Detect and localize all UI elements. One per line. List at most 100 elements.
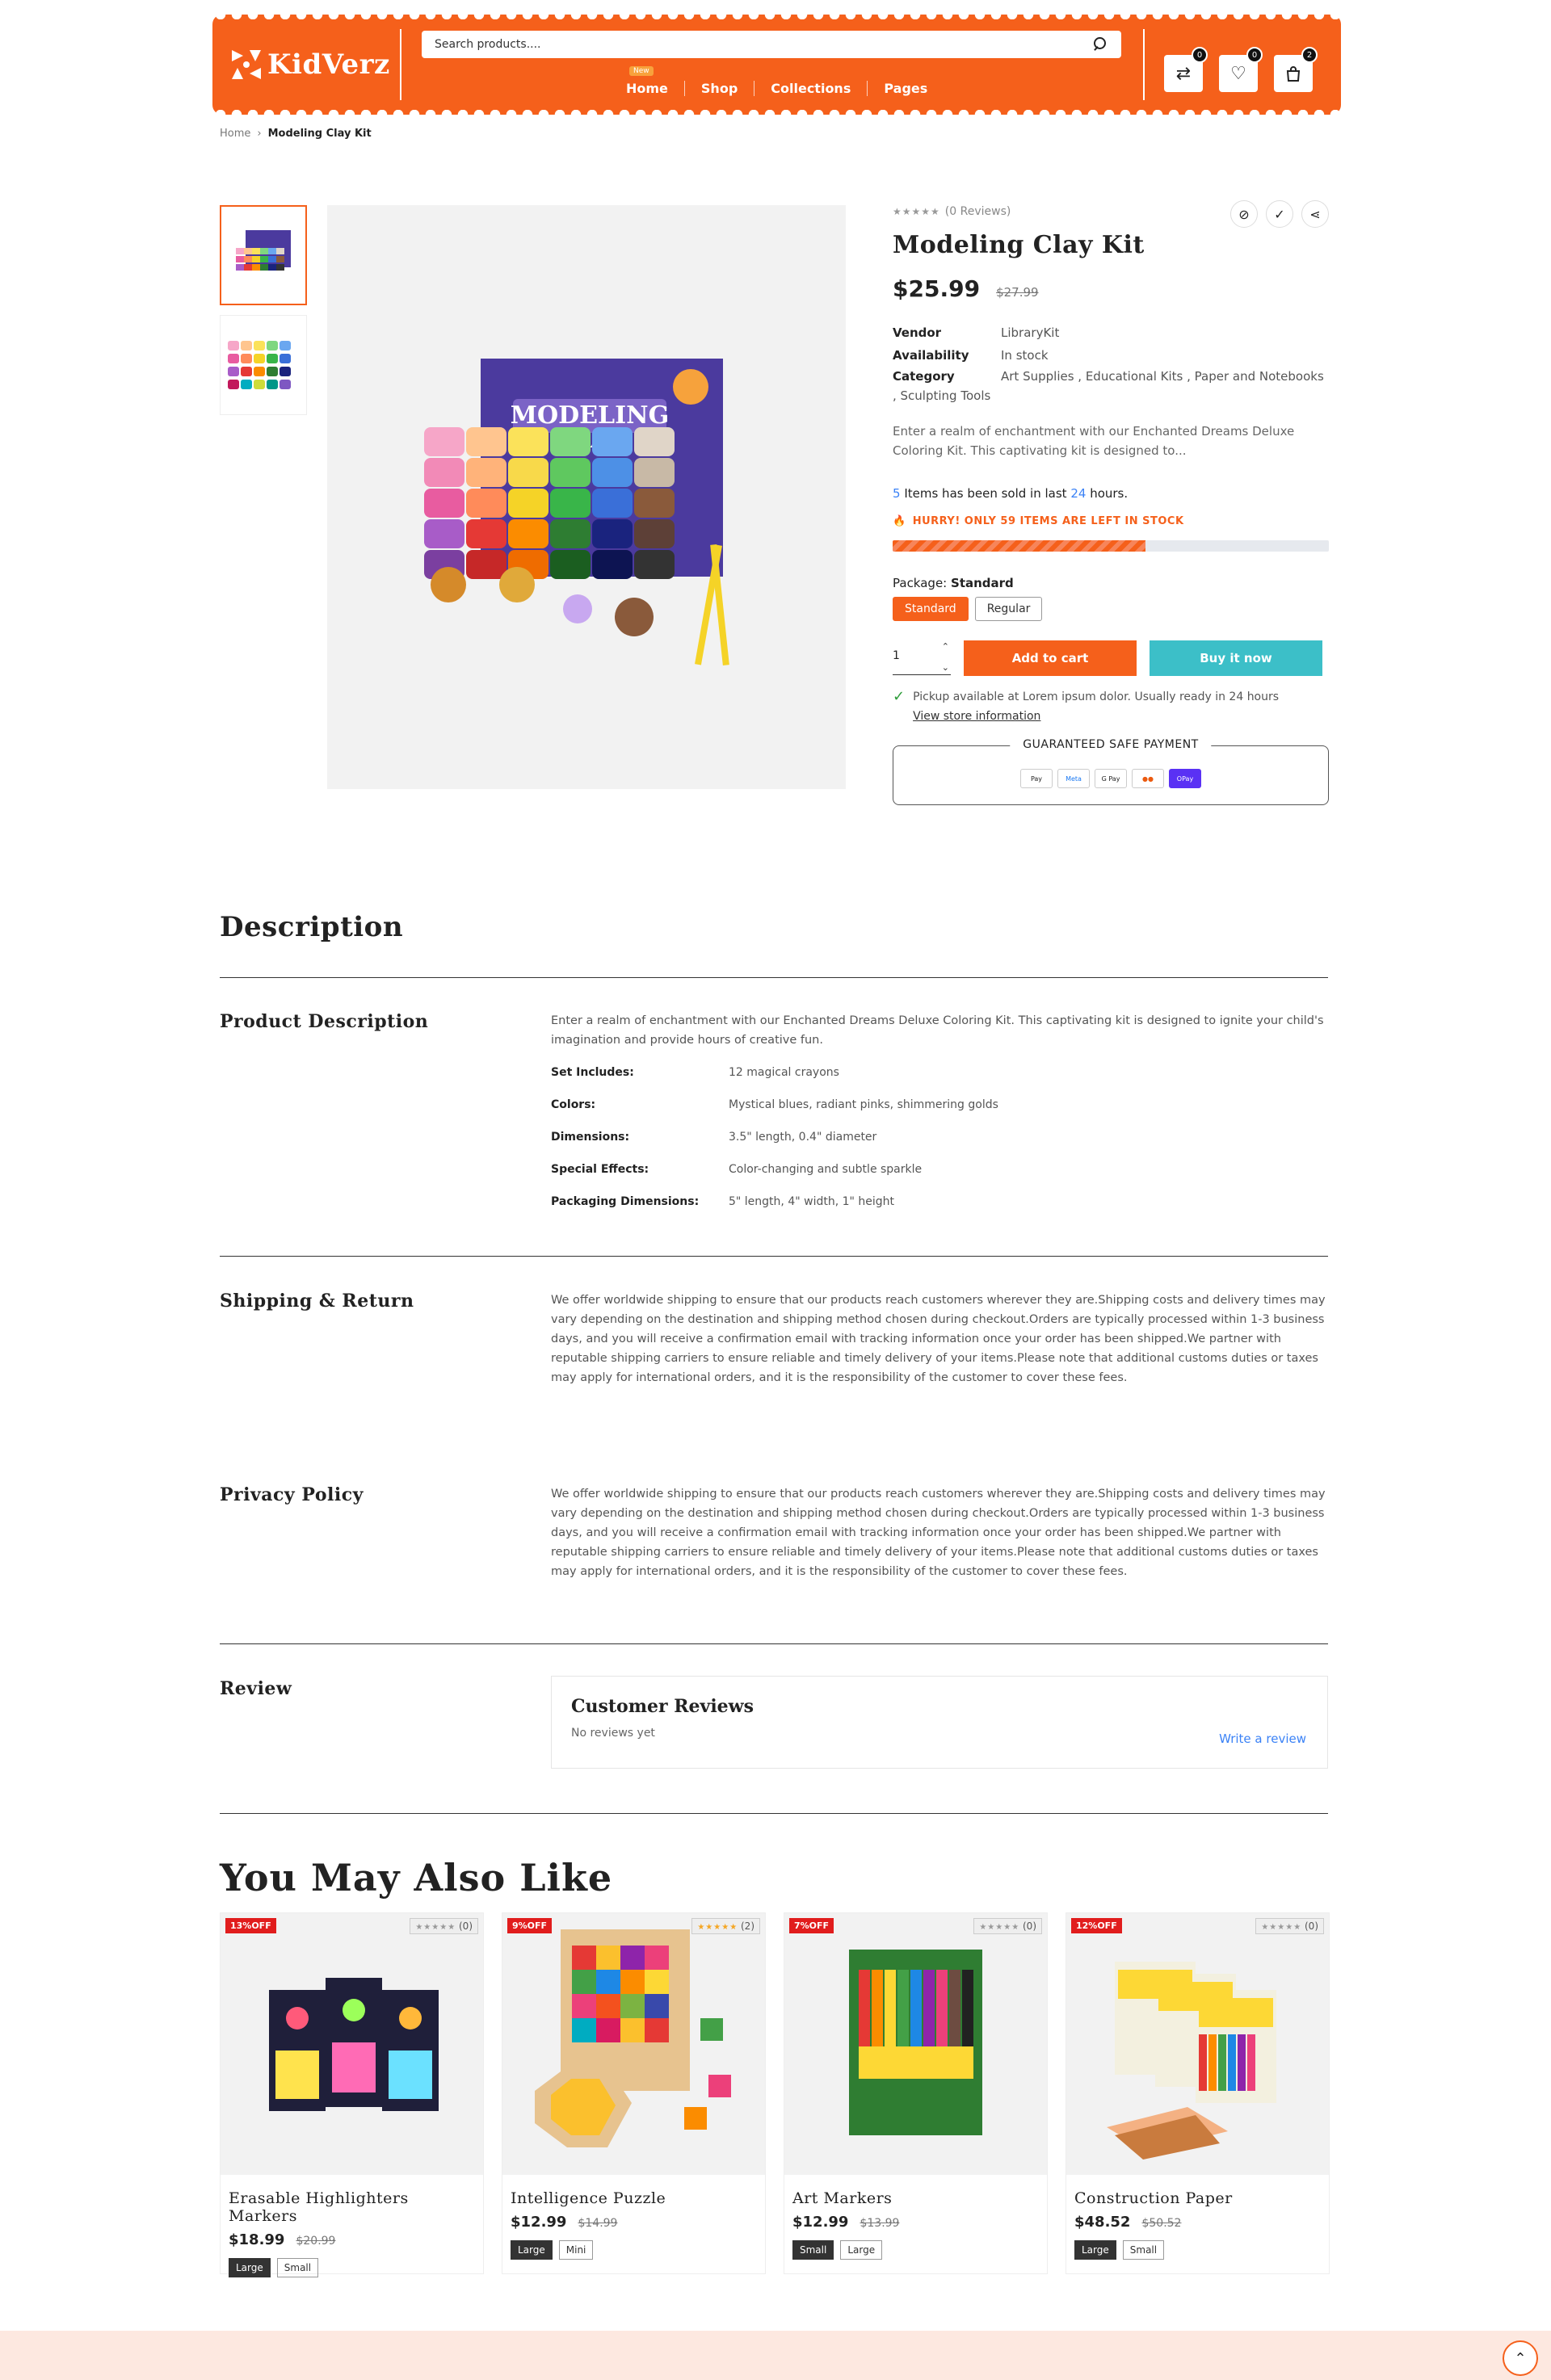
- product-meta: Vendor LibraryKit Availability In stock …: [893, 321, 1329, 405]
- product-card-image[interactable]: 9%OFF ★★★★★ (2): [502, 1913, 765, 2175]
- quantity-stepper[interactable]: 1 ⌃ ⌄: [893, 641, 951, 675]
- related-title: You May Also Like: [220, 1856, 613, 1899]
- privacy-text: We offer worldwide shipping to ensure th…: [551, 1488, 1326, 1578]
- spec-row: Colors: Mystical blues, radiant pinks, sh…: [551, 1095, 1328, 1114]
- chevron-down-icon[interactable]: ⌄: [942, 662, 949, 673]
- variant-option[interactable]: Large: [1074, 2240, 1116, 2260]
- header-actions: ⇄ 0 ♡ 0 2: [1164, 47, 1318, 92]
- chevron-up-icon[interactable]: ⌃: [942, 641, 949, 652]
- product-description-text: Enter a realm of enchantment with our En…: [551, 1014, 1324, 1047]
- clay-block: [634, 427, 675, 456]
- add-to-cart-button[interactable]: Add to cart: [964, 640, 1137, 676]
- variant-option[interactable]: Large: [840, 2240, 883, 2260]
- reviews-count[interactable]: (0 Reviews): [945, 205, 1011, 218]
- variant-option[interactable]: Mini: [558, 2240, 594, 2260]
- card-rating: ★★★★★ (0): [1255, 1918, 1324, 1934]
- clay-block: [634, 458, 675, 487]
- search-icon[interactable]: [1092, 36, 1108, 52]
- buy-now-button[interactable]: Buy it now: [1150, 640, 1322, 676]
- pickup-info: ✓ Pickup available at Lorem ipsum dolor.…: [893, 687, 1329, 726]
- variant-option[interactable]: Large: [229, 2258, 271, 2277]
- clay-block: [424, 519, 464, 548]
- section-divider: [220, 977, 1328, 978]
- clay-block: [508, 489, 549, 518]
- product-card-name[interactable]: Intelligence Puzzle: [511, 2189, 757, 2207]
- variant-option[interactable]: Small: [276, 2258, 319, 2277]
- clay-block: [550, 458, 591, 487]
- product-card-name[interactable]: Art Markers: [792, 2189, 1039, 2207]
- star-rating-icon: ★★★★★: [697, 1923, 738, 1932]
- product-card[interactable]: 12%OFF ★★★★★ (0) Construction Paper $48.…: [1066, 1912, 1330, 2274]
- compare-count: 0: [1192, 47, 1208, 63]
- art-markers-image: [849, 1950, 982, 2135]
- logo[interactable]: KidVerz: [232, 48, 390, 81]
- no-reviews-text: No reviews yet: [571, 1727, 655, 1740]
- clay-block: [592, 458, 633, 487]
- sold-hours: 24: [1070, 486, 1087, 501]
- product-card-price: $18.99: [229, 2231, 285, 2248]
- write-review-link[interactable]: Write a review: [1219, 1731, 1306, 1746]
- nav-shop[interactable]: Shop: [683, 81, 754, 96]
- product-card-prices: $48.52 $50.52: [1074, 2214, 1321, 2231]
- compare-button[interactable]: ⇄ 0: [1164, 47, 1208, 92]
- compare-icon[interactable]: ⊘: [1230, 200, 1258, 228]
- clay-block: [592, 550, 633, 579]
- discount-badge: 13%OFF: [225, 1918, 276, 1933]
- store-info-link[interactable]: View store information: [913, 710, 1040, 723]
- product-main-image[interactable]: MODELING CLAY: [327, 205, 846, 789]
- spec-row: Packaging Dimensions: 5" length, 4" width…: [551, 1192, 1328, 1211]
- product-card-image[interactable]: 13%OFF ★★★★★ (0): [221, 1913, 483, 2175]
- product-card-image[interactable]: 7%OFF ★★★★★ (0): [784, 1913, 1047, 2175]
- variant-option[interactable]: Small: [792, 2240, 834, 2260]
- product-card-name[interactable]: Construction Paper: [1074, 2189, 1321, 2207]
- nav-pages[interactable]: Pages: [867, 81, 944, 96]
- spec-value: 12 magical crayons: [729, 1066, 839, 1079]
- header-divider: [1143, 29, 1145, 100]
- stock-progress-fill: [893, 540, 1146, 552]
- wishlist-button[interactable]: ♡ 0: [1219, 47, 1263, 92]
- card-rating: ★★★★★ (0): [410, 1918, 478, 1934]
- search-input[interactable]: [435, 38, 1092, 51]
- safe-payment-title: GUARANTEED SAFE PAYMENT: [1010, 738, 1212, 751]
- nav-collections[interactable]: Collections: [754, 81, 867, 96]
- product-card[interactable]: 7%OFF ★★★★★ (0) Art Markers $12.99 $13.9…: [784, 1912, 1048, 2274]
- variant-option[interactable]: Small: [1122, 2240, 1165, 2260]
- product-card-variants: Small Large: [792, 2240, 1039, 2260]
- privacy-title: Privacy Policy: [220, 1484, 364, 1505]
- meta-value[interactable]: LibraryKit: [1001, 321, 1329, 344]
- card-rating-count: (0): [459, 1920, 473, 1932]
- thumbnail-1[interactable]: [220, 205, 307, 305]
- product-card-image[interactable]: 12%OFF ★★★★★ (0): [1066, 1913, 1329, 2175]
- compare-icon: ⇄: [1175, 63, 1192, 84]
- product-card-name[interactable]: Erasable Highlighters Markers: [229, 2189, 475, 2225]
- thumbnail-2[interactable]: [220, 315, 307, 415]
- apple-pay-icon: Pay: [1020, 769, 1053, 788]
- share-icon[interactable]: ⋖: [1301, 200, 1329, 228]
- clay-block: [550, 550, 591, 579]
- product-card-price: $12.99: [511, 2214, 567, 2231]
- variant-standard[interactable]: Standard: [893, 597, 969, 621]
- product-card[interactable]: 13%OFF ★★★★★ (0) Erasable Highlighters M…: [220, 1912, 484, 2277]
- svg-text:MODELING: MODELING: [511, 401, 669, 430]
- spec-row: Dimensions: 3.5" length, 0.4" diameter: [551, 1127, 1328, 1147]
- cart-button[interactable]: 2: [1274, 47, 1318, 92]
- scroll-to-top-button[interactable]: ⌃: [1503, 2340, 1538, 2376]
- payment-icons: Pay Meta G Pay ●● OPay: [1020, 769, 1201, 788]
- section-divider: [220, 1256, 1328, 1257]
- spec-row: Set Includes: 12 magical crayons: [551, 1063, 1328, 1082]
- product-card-variants: Large Small: [1074, 2240, 1321, 2260]
- nav-shop-label: Shop: [700, 81, 738, 96]
- product-card[interactable]: 9%OFF ★★★★★ (2) Intelligence Puzzle $12.…: [502, 1912, 766, 2274]
- spec-value: 3.5" length, 0.4" diameter: [729, 1131, 877, 1144]
- nav-home[interactable]: New Home: [610, 66, 684, 96]
- breadcrumb-home[interactable]: Home: [220, 128, 250, 140]
- variant-option[interactable]: Large: [511, 2240, 553, 2260]
- quantity-value[interactable]: 1: [893, 649, 900, 662]
- package-selected-value: Standard: [951, 576, 1014, 590]
- wishlist-check-icon[interactable]: ✓: [1266, 200, 1293, 228]
- card-rating: ★★★★★ (0): [973, 1918, 1042, 1934]
- shipping-text: We offer worldwide shipping to ensure th…: [551, 1294, 1326, 1384]
- variant-regular[interactable]: Regular: [974, 597, 1043, 621]
- product-info: ★★★★★ (0 Reviews) ⊘ ✓ ⋖ Modeling Clay Ki…: [893, 200, 1329, 805]
- product-thumbnails: [220, 205, 307, 425]
